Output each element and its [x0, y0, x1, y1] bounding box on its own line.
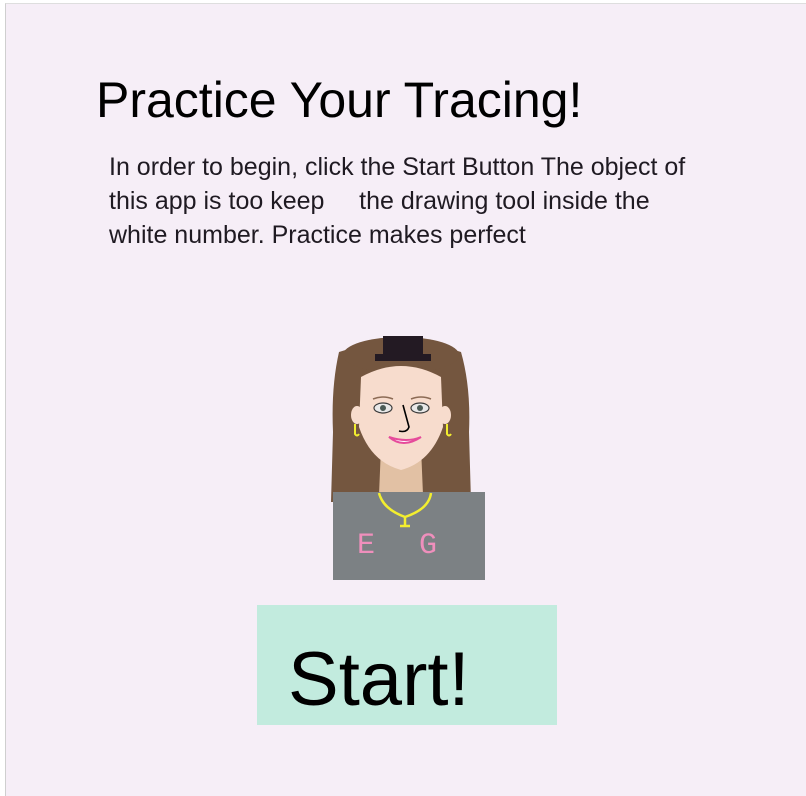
start-button-label: Start!	[288, 637, 470, 722]
avatar-hat-top	[383, 336, 423, 356]
avatar-right-ear	[439, 406, 451, 424]
avatar-left-ear	[351, 406, 363, 424]
avatar: E G	[331, 336, 485, 580]
avatar-shirt	[333, 492, 485, 580]
app-screen: Practice Your Tracing! In order to begin…	[5, 3, 806, 796]
page-title: Practice Your Tracing!	[96, 72, 583, 128]
avatar-shirt-letter-e: E	[357, 529, 375, 563]
avatar-shirt-letter-g: G	[419, 529, 437, 563]
start-button[interactable]: Start!	[257, 605, 557, 725]
instructions-text: In order to begin, click the Start Butto…	[109, 153, 693, 249]
avatar-hat-brim	[375, 354, 431, 361]
